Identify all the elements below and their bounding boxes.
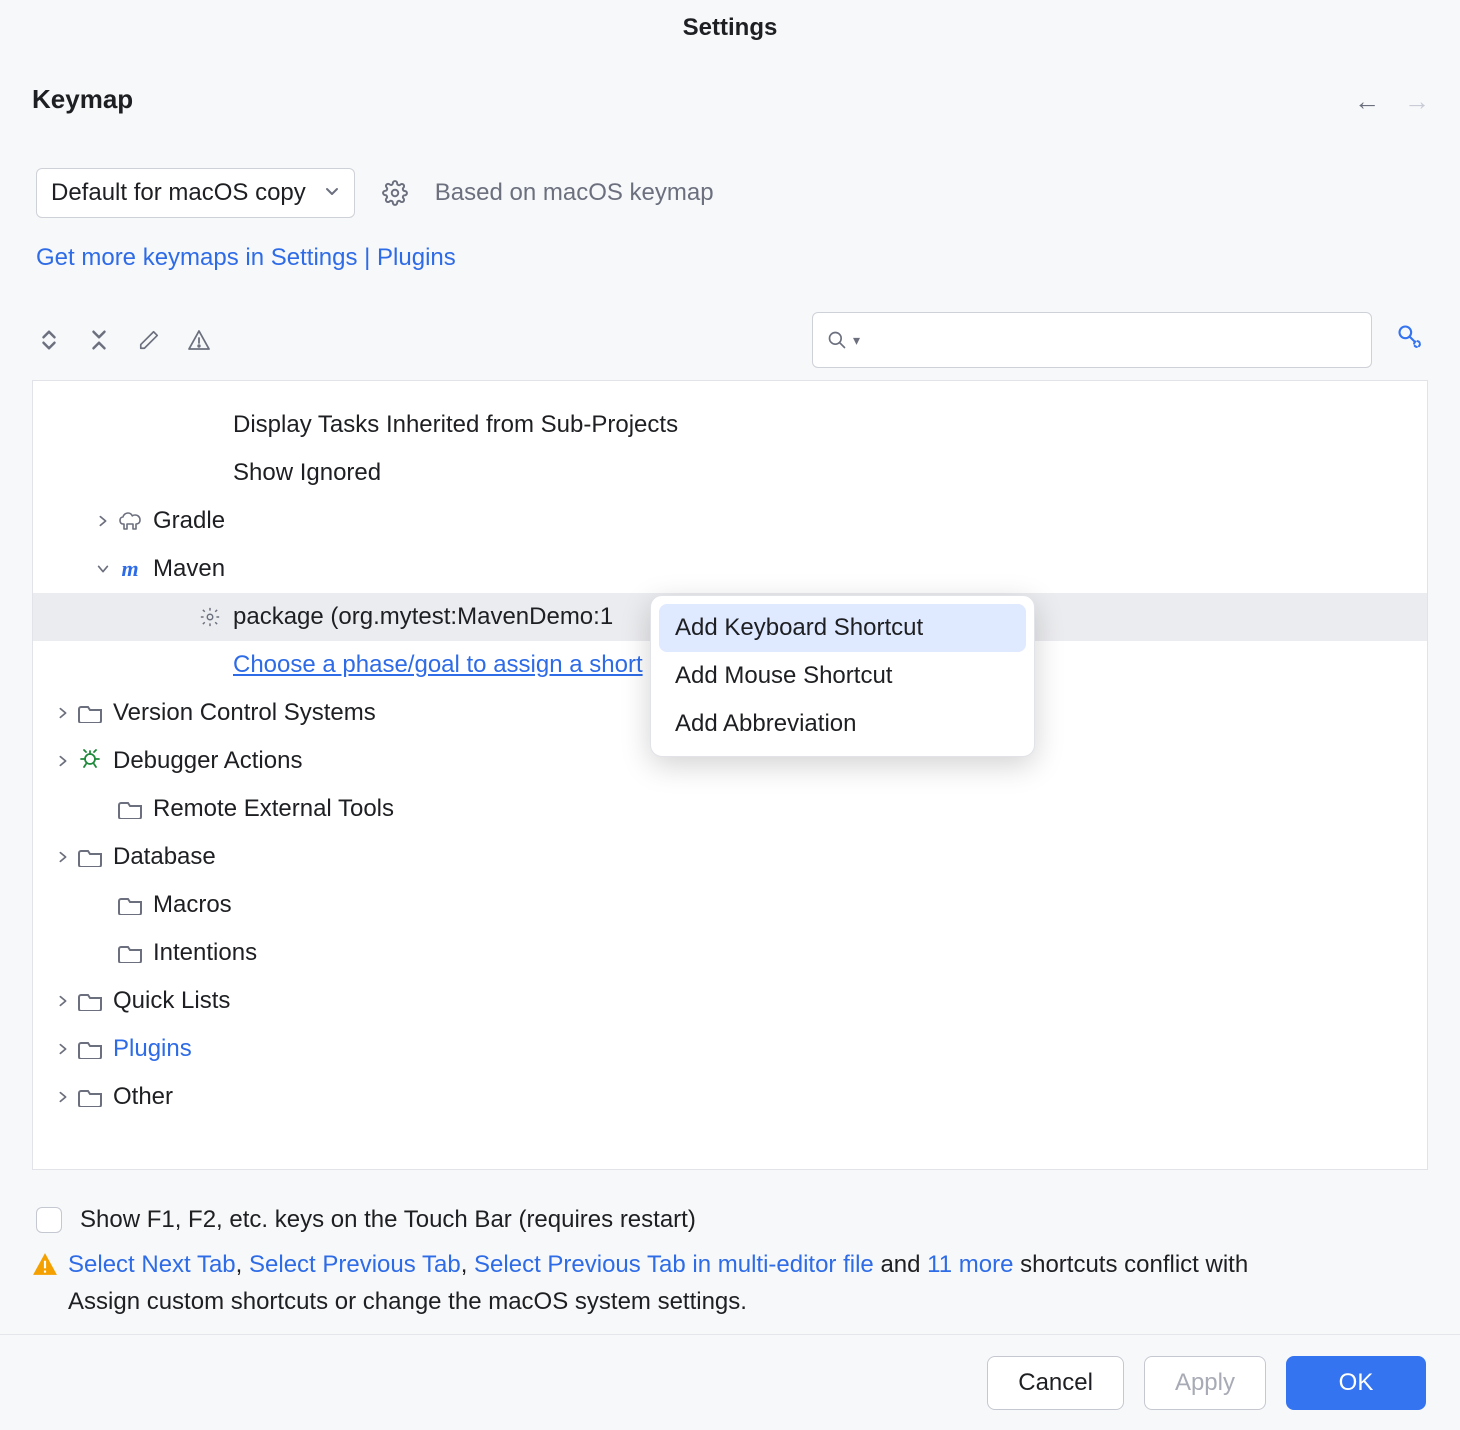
tree-item[interactable]: Database: [33, 833, 1427, 881]
tree-item-label: Database: [113, 843, 216, 871]
conflict-warning: Select Next Tab, Select Previous Tab, Se…: [32, 1246, 1428, 1320]
tree-item[interactable]: Other: [33, 1073, 1427, 1121]
keymap-top-controls: Default for macOS copy Based on macOS ke…: [36, 168, 714, 218]
tree-item[interactable]: Display Tasks Inherited from Sub-Project…: [33, 401, 1427, 449]
ok-button[interactable]: OK: [1286, 1356, 1426, 1410]
tree-item-icon: [75, 1039, 105, 1059]
nav-back-icon[interactable]: ←: [1354, 88, 1380, 114]
conflict-link-3[interactable]: Select Previous Tab in multi-editor file: [474, 1251, 874, 1278]
dialog-footer: Cancel Apply OK: [0, 1334, 1460, 1430]
tree-item-label: Gradle: [153, 507, 225, 535]
tree-item-label: Debugger Actions: [113, 747, 302, 775]
tree-item-icon: [115, 895, 145, 915]
cancel-button[interactable]: Cancel: [987, 1356, 1124, 1410]
collapse-all-icon[interactable]: [86, 327, 112, 353]
tree-item-label: Maven: [153, 555, 225, 583]
tree-item-label: Show Ignored: [233, 459, 381, 487]
tree-item-icon: [75, 703, 105, 723]
context-menu-item[interactable]: Add Keyboard Shortcut: [659, 604, 1026, 652]
tree-item-label: Display Tasks Inherited from Sub-Project…: [233, 411, 678, 439]
touchbar-checkbox-label: Show F1, F2, etc. keys on the Touch Bar …: [80, 1206, 696, 1234]
tree-chevron-icon[interactable]: [51, 1090, 75, 1104]
conflicts-icon[interactable]: [186, 327, 212, 353]
warning-icon: [32, 1248, 58, 1288]
tree-item-label: Version Control Systems: [113, 699, 376, 727]
touchbar-checkbox[interactable]: [36, 1207, 62, 1233]
expand-all-icon[interactable]: [36, 327, 62, 353]
tree-item-label: Plugins: [113, 1035, 192, 1063]
context-menu-item[interactable]: Add Mouse Shortcut: [659, 652, 1026, 700]
tree-item[interactable]: Remote External Tools: [33, 785, 1427, 833]
tree-item-label: Macros: [153, 891, 232, 919]
keymap-select-value: Default for macOS copy: [51, 179, 306, 207]
section-title: Keymap: [32, 84, 133, 115]
tree-item[interactable]: Intentions: [33, 929, 1427, 977]
tree-item-icon: [75, 991, 105, 1011]
search-input[interactable]: ▾: [812, 312, 1372, 368]
conflict-link-2[interactable]: Select Previous Tab: [249, 1251, 461, 1278]
tree-chevron-icon[interactable]: [91, 562, 115, 576]
tree-item-icon: m: [115, 556, 145, 582]
keymap-select[interactable]: Default for macOS copy: [36, 168, 355, 218]
conflict-link-1[interactable]: Select Next Tab: [68, 1251, 236, 1278]
nav-arrows: ← →: [1354, 88, 1430, 114]
keymap-toolbar: ▾: [36, 312, 1424, 368]
tree-chevron-icon[interactable]: [91, 514, 115, 528]
conflict-advice: Assign custom shortcuts or change the ma…: [68, 1288, 747, 1315]
keymap-tree[interactable]: Group Modules Display Tasks Inherited fr…: [32, 380, 1428, 1170]
tree-item-label: Other: [113, 1083, 173, 1111]
search-icon: [827, 330, 847, 350]
tree-item-label: Quick Lists: [113, 987, 230, 1015]
find-action-by-shortcut-icon[interactable]: [1396, 323, 1424, 358]
tree-item[interactable]: Macros: [33, 881, 1427, 929]
search-dropdown-caret[interactable]: ▾: [853, 332, 860, 349]
apply-button: Apply: [1144, 1356, 1266, 1410]
nav-forward-icon: →: [1404, 88, 1430, 114]
tree-item-icon: [75, 746, 105, 777]
shortcut-context-menu: Add Keyboard ShortcutAdd Mouse ShortcutA…: [650, 595, 1035, 757]
tree-item[interactable]: Quick Lists: [33, 977, 1427, 1025]
tree-item-icon: [75, 847, 105, 867]
context-menu-item[interactable]: Add Abbreviation: [659, 700, 1026, 748]
edit-shortcut-icon[interactable]: [136, 327, 162, 353]
tree-chevron-icon[interactable]: [51, 1042, 75, 1056]
tree-chevron-icon[interactable]: [51, 754, 75, 768]
touchbar-checkbox-row[interactable]: Show F1, F2, etc. keys on the Touch Bar …: [36, 1206, 696, 1234]
keymap-actions-gear-icon[interactable]: [379, 177, 411, 209]
tree-item[interactable]: Show Ignored: [33, 449, 1427, 497]
tree-item-icon: [115, 799, 145, 819]
chevron-down-icon: [324, 182, 340, 205]
tree-chevron-icon[interactable]: [51, 994, 75, 1008]
tree-item[interactable]: m Maven: [33, 545, 1427, 593]
tree-item-icon: [115, 943, 145, 963]
tree-chevron-icon[interactable]: [51, 706, 75, 720]
conflict-more-link[interactable]: 11 more: [927, 1251, 1013, 1278]
tree-item-icon: [195, 606, 225, 628]
based-on-label: Based on macOS keymap: [435, 179, 714, 207]
tree-item[interactable]: Gradle: [33, 497, 1427, 545]
tree-item-icon: [75, 1087, 105, 1107]
tree-item-label: Choose a phase/goal to assign a short: [233, 651, 643, 679]
tree-item-label: Intentions: [153, 939, 257, 967]
tree-item-label: package (org.mytest:MavenDemo:1: [233, 603, 613, 631]
tree-item-label: Remote External Tools: [153, 795, 394, 823]
get-more-keymaps-link[interactable]: Get more keymaps in Settings | Plugins: [36, 244, 456, 272]
tree-chevron-icon[interactable]: [51, 850, 75, 864]
tree-item-icon: [115, 510, 145, 532]
dialog-title: Settings: [0, 14, 1460, 42]
tree-item[interactable]: Plugins: [33, 1025, 1427, 1073]
